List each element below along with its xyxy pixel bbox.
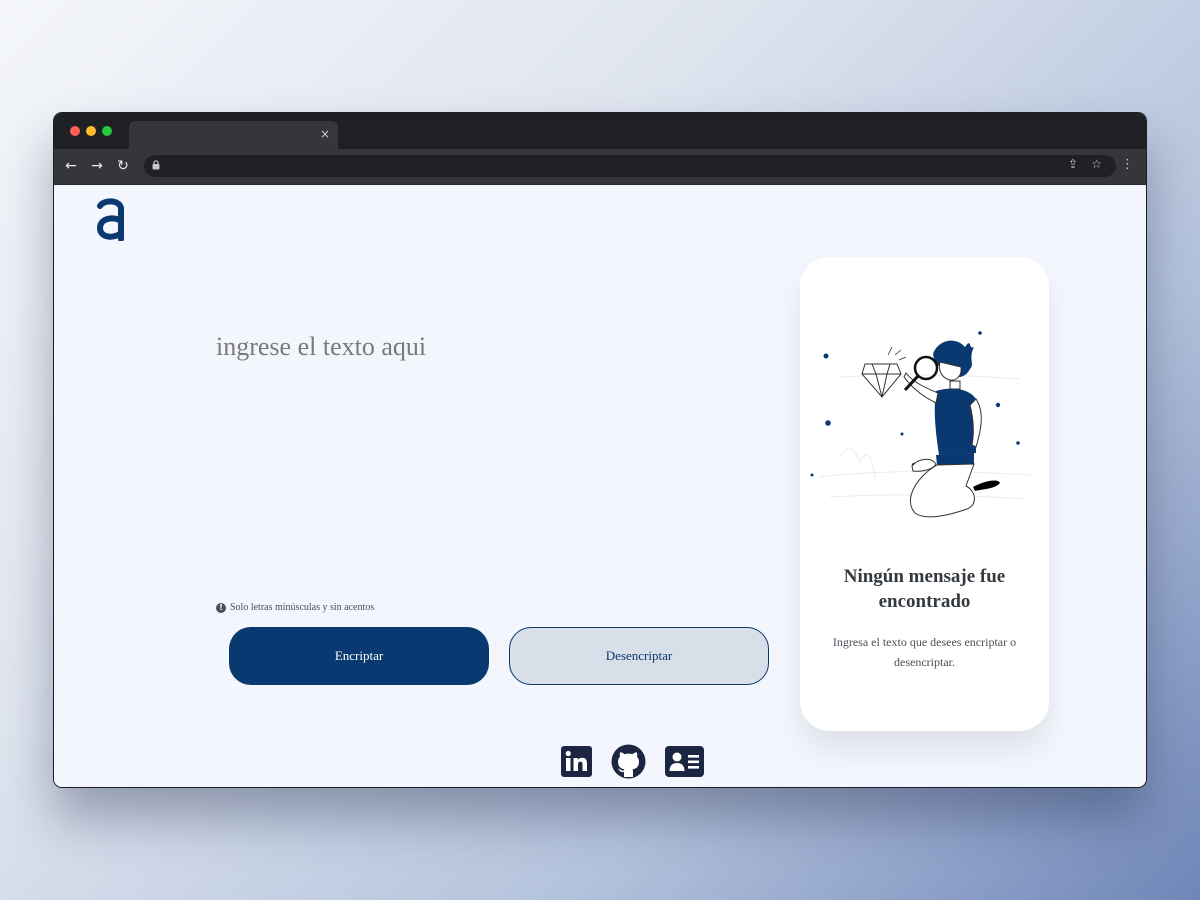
browser-titlebar: × xyxy=(54,113,1146,149)
back-icon[interactable]: ← xyxy=(62,157,80,175)
browser-tab[interactable]: × xyxy=(129,121,338,149)
hint-text: Solo letras minúsculas y sin acentos xyxy=(230,602,375,613)
encrypt-button[interactable]: Encriptar xyxy=(229,627,489,685)
input-hint: ! Solo letras minúsculas y sin acentos xyxy=(216,602,374,613)
browser-toolbar: ← → ↻ ⇪ ☆ ⋮ xyxy=(54,149,1146,185)
alura-logo[interactable] xyxy=(94,197,128,241)
page-content: ! Solo letras minúsculas y sin acentos E… xyxy=(54,185,1146,787)
close-window-dot[interactable] xyxy=(70,126,80,136)
lock-icon xyxy=(152,160,160,170)
browser-window: × ← → ↻ ⇪ ☆ ⋮ ! Solo letras minúsculas y… xyxy=(54,113,1146,787)
reload-icon[interactable]: ↻ xyxy=(114,157,132,175)
info-icon: ! xyxy=(216,602,226,613)
minimize-window-dot[interactable] xyxy=(86,126,96,136)
linkedin-icon[interactable] xyxy=(561,746,592,777)
maximize-window-dot[interactable] xyxy=(102,126,112,136)
tab-close-icon[interactable]: × xyxy=(320,127,330,141)
browser-menu-icon[interactable]: ⋮ xyxy=(1121,157,1134,172)
decrypt-button[interactable]: Desencriptar xyxy=(509,627,769,685)
message-input[interactable] xyxy=(214,330,738,574)
contact-card-icon[interactable] xyxy=(665,746,704,777)
magnifier-person-illustration xyxy=(810,331,1031,518)
result-card: Ningún mensaje fue encontrado Ingresa el… xyxy=(800,257,1049,731)
share-icon[interactable]: ⇪ xyxy=(1068,157,1078,171)
empty-state-text: Ingresa el texto que desees encriptar o … xyxy=(832,635,1017,669)
bookmark-star-icon[interactable]: ☆ xyxy=(1091,157,1102,171)
github-icon[interactable] xyxy=(611,744,646,779)
address-bar[interactable]: ⇪ ☆ xyxy=(144,155,1116,177)
forward-icon[interactable]: → xyxy=(88,157,106,175)
empty-state-title: Ningún mensaje fue encontrado xyxy=(843,566,1006,612)
